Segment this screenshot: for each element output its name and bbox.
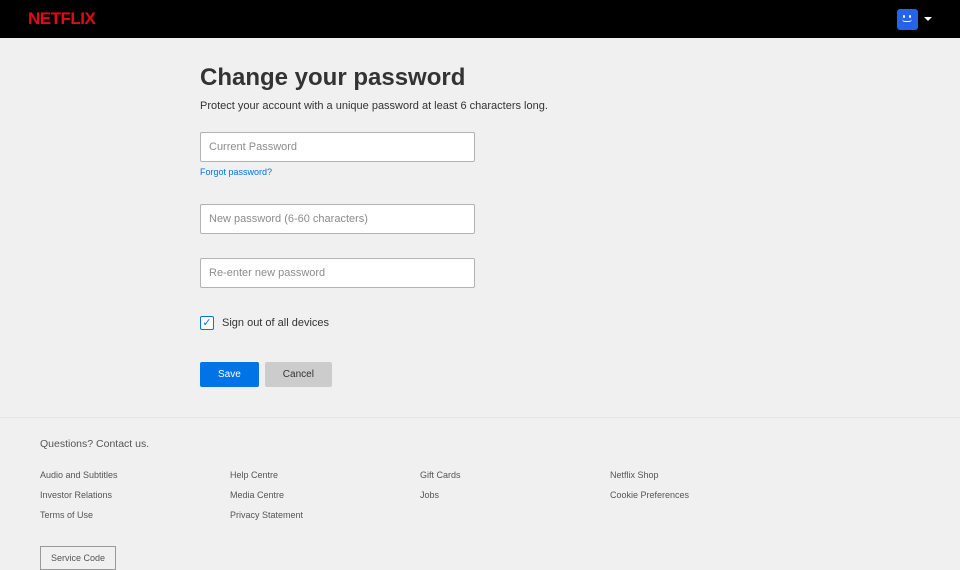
footer-col-2: Help Centre Media Centre Privacy Stateme… (230, 470, 330, 520)
forgot-password-link[interactable]: Forgot password? (200, 167, 272, 177)
confirm-password-group (200, 258, 960, 288)
footer-link-jobs[interactable]: Jobs (420, 490, 520, 500)
footer-link-cookie-preferences[interactable]: Cookie Preferences (610, 490, 710, 500)
footer-link-investor-relations[interactable]: Investor Relations (40, 490, 140, 500)
footer-col-4: Netflix Shop Cookie Preferences (610, 470, 710, 520)
footer-questions[interactable]: Questions? Contact us. (40, 438, 920, 450)
signout-checkbox-row: ✓ Sign out of all devices (200, 316, 960, 330)
current-password-input[interactable] (200, 132, 475, 162)
footer: Questions? Contact us. Audio and Subtitl… (0, 417, 960, 570)
footer-link-terms-of-use[interactable]: Terms of Use (40, 510, 140, 520)
new-password-input[interactable] (200, 204, 475, 234)
chevron-down-icon (924, 17, 932, 21)
footer-col-3: Gift Cards Jobs (420, 470, 520, 520)
confirm-password-input[interactable] (200, 258, 475, 288)
signout-checkbox[interactable]: ✓ (200, 316, 214, 330)
footer-link-netflix-shop[interactable]: Netflix Shop (610, 470, 710, 480)
button-row: Save Cancel (200, 362, 960, 387)
cancel-button[interactable]: Cancel (265, 362, 332, 387)
save-button[interactable]: Save (200, 362, 259, 387)
checkmark-icon: ✓ (202, 318, 211, 329)
page-subtitle: Protect your account with a unique passw… (200, 100, 960, 112)
header-bar: NETFLIX (0, 0, 960, 38)
service-code-button[interactable]: Service Code (40, 546, 116, 570)
footer-links: Audio and Subtitles Investor Relations T… (40, 470, 920, 520)
netflix-logo[interactable]: NETFLIX (28, 9, 95, 29)
footer-col-1: Audio and Subtitles Investor Relations T… (40, 470, 140, 520)
signout-checkbox-label: Sign out of all devices (222, 317, 329, 329)
footer-link-media-centre[interactable]: Media Centre (230, 490, 330, 500)
profile-menu[interactable] (897, 9, 932, 30)
footer-link-audio-subtitles[interactable]: Audio and Subtitles (40, 470, 140, 480)
main-content: Change your password Protect your accoun… (0, 38, 960, 387)
footer-link-privacy-statement[interactable]: Privacy Statement (230, 510, 330, 520)
footer-link-gift-cards[interactable]: Gift Cards (420, 470, 520, 480)
new-password-group (200, 204, 960, 234)
current-password-group: Forgot password? (200, 132, 960, 180)
page-title: Change your password (200, 64, 960, 92)
avatar-icon (897, 9, 918, 30)
footer-link-help-centre[interactable]: Help Centre (230, 470, 330, 480)
